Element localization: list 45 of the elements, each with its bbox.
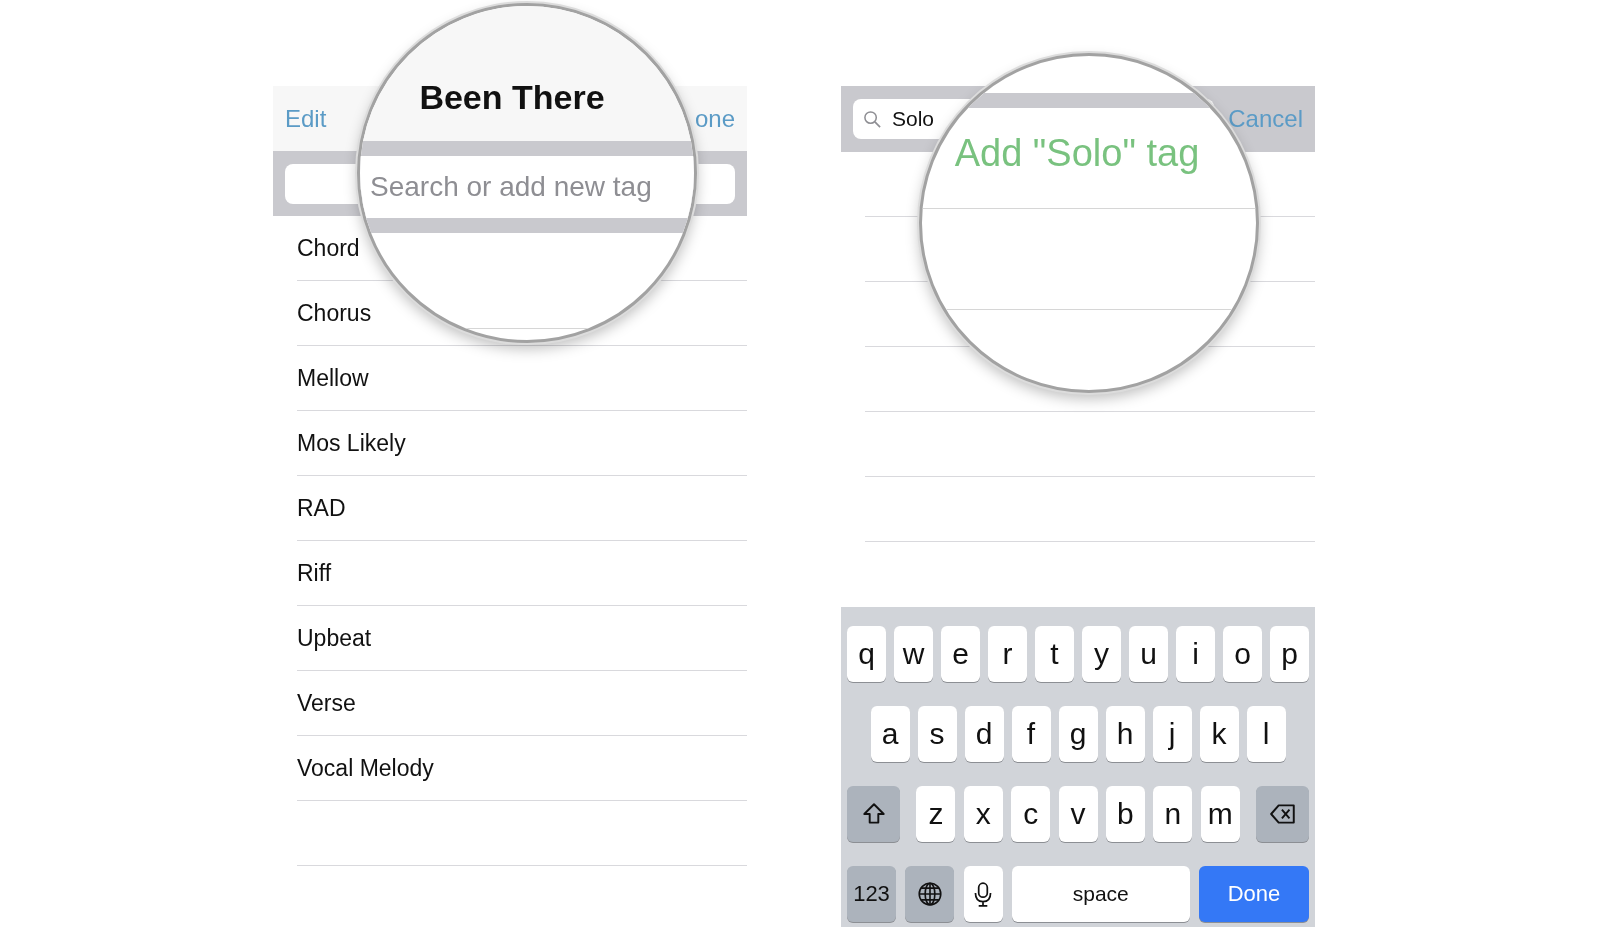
letter-key[interactable]: z xyxy=(916,786,956,842)
tag-item[interactable]: RAD xyxy=(297,494,346,522)
letter-key[interactable]: c xyxy=(1011,786,1051,842)
letter-key[interactable]: y xyxy=(1082,626,1121,682)
search-text: Solo xyxy=(892,107,935,131)
tag-item[interactable]: Vocal Melody xyxy=(297,754,434,782)
letter-key[interactable]: d xyxy=(964,706,1004,762)
letter-key[interactable]: v xyxy=(1058,786,1098,842)
microphone-key[interactable] xyxy=(963,866,1003,922)
letter-key[interactable]: g xyxy=(1058,706,1098,762)
shift-key[interactable] xyxy=(847,786,900,842)
letter-key[interactable]: a xyxy=(870,706,910,762)
letter-key[interactable]: f xyxy=(1011,706,1051,762)
numbers-key[interactable]: 123 xyxy=(847,866,896,922)
delete-key[interactable] xyxy=(1256,786,1309,842)
letter-key[interactable]: h xyxy=(1105,706,1145,762)
letter-key[interactable]: i xyxy=(1176,626,1215,682)
letter-key[interactable]: m xyxy=(1200,786,1240,842)
letter-key[interactable]: p xyxy=(1270,626,1309,682)
tag-item[interactable]: Riff xyxy=(297,559,332,587)
letter-key[interactable]: x xyxy=(963,786,1003,842)
letter-key[interactable]: u xyxy=(1129,626,1168,682)
letter-key[interactable]: t xyxy=(1035,626,1074,682)
letter-key[interactable]: e xyxy=(941,626,980,682)
letter-key[interactable]: o xyxy=(1223,626,1262,682)
done-key[interactable]: Done xyxy=(1199,866,1309,922)
letter-key[interactable]: b xyxy=(1105,786,1145,842)
letter-key[interactable]: s xyxy=(917,706,957,762)
search-field[interactable]: Search or add new tag xyxy=(360,156,694,218)
globe-key[interactable] xyxy=(905,866,955,922)
letter-key[interactable]: q xyxy=(847,626,886,682)
space-key[interactable]: space xyxy=(1011,866,1190,922)
letter-key[interactable]: r xyxy=(988,626,1027,682)
globe-icon xyxy=(915,880,944,908)
letter-key[interactable]: n xyxy=(1153,786,1193,842)
letter-key[interactable]: l xyxy=(1246,706,1286,762)
tag-item[interactable]: Mos Likely xyxy=(297,429,406,457)
letter-key[interactable]: j xyxy=(1152,706,1192,762)
screen-title: Been There xyxy=(419,78,605,117)
search-icon xyxy=(863,109,882,129)
tag-item[interactable]: Upbeat xyxy=(297,624,372,652)
letter-key[interactable]: k xyxy=(1199,706,1239,762)
tag-item[interactable]: Verse xyxy=(297,689,356,717)
letter-key[interactable]: w xyxy=(894,626,933,682)
tag-item[interactable]: Mellow xyxy=(297,364,369,392)
